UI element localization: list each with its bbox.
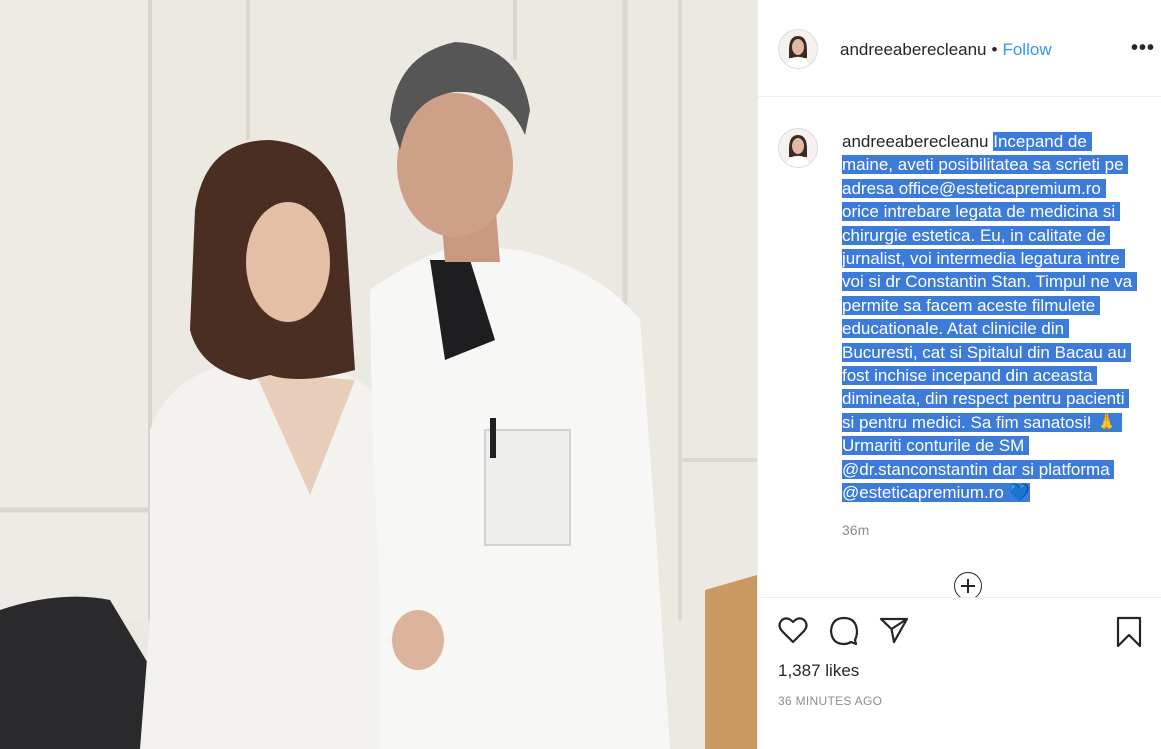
post-header: andreeaberecleanu • Follow ••• xyxy=(758,0,1161,97)
post-timestamp[interactable]: 36 MINUTES AGO xyxy=(778,694,882,708)
bookmark-icon[interactable] xyxy=(1116,616,1142,648)
more-options-icon[interactable]: ••• xyxy=(1131,38,1155,58)
likes-count[interactable]: 1,387 likes xyxy=(778,661,859,681)
heart-icon[interactable] xyxy=(778,616,808,644)
post-sidebar: andreeaberecleanu • Follow ••• andreeabere… xyxy=(757,0,1161,749)
caption-time: 36m xyxy=(842,522,870,538)
header-username[interactable]: andreeaberecleanu xyxy=(840,40,987,59)
avatar-image xyxy=(779,30,817,68)
comment-icon[interactable] xyxy=(829,616,859,646)
instagram-post: andreeaberecleanu • Follow ••• andreeabere… xyxy=(0,0,1161,749)
photo-illustration xyxy=(0,0,757,749)
share-icon[interactable] xyxy=(879,616,909,644)
avatar[interactable] xyxy=(778,29,818,69)
caption-avatar[interactable] xyxy=(778,128,818,168)
caption-text: Incepand de maine, aveti posibilitatea s… xyxy=(842,132,1137,503)
avatar-image xyxy=(779,129,817,167)
post-actions: 1,387 likes 36 MINUTES AGO xyxy=(758,597,1161,749)
follow-button[interactable]: Follow xyxy=(1002,40,1051,59)
load-more-comments-icon[interactable] xyxy=(954,572,982,597)
header-user: andreeaberecleanu • Follow xyxy=(840,40,1052,60)
caption-username[interactable]: andreeaberecleanu xyxy=(842,132,989,151)
post-photo[interactable] xyxy=(0,0,757,749)
separator-dot: • xyxy=(991,40,998,59)
caption: andreeaberecleanu Incepand de maine, ave… xyxy=(842,130,1137,505)
comments-area: andreeaberecleanu Incepand de maine, ave… xyxy=(758,97,1161,597)
